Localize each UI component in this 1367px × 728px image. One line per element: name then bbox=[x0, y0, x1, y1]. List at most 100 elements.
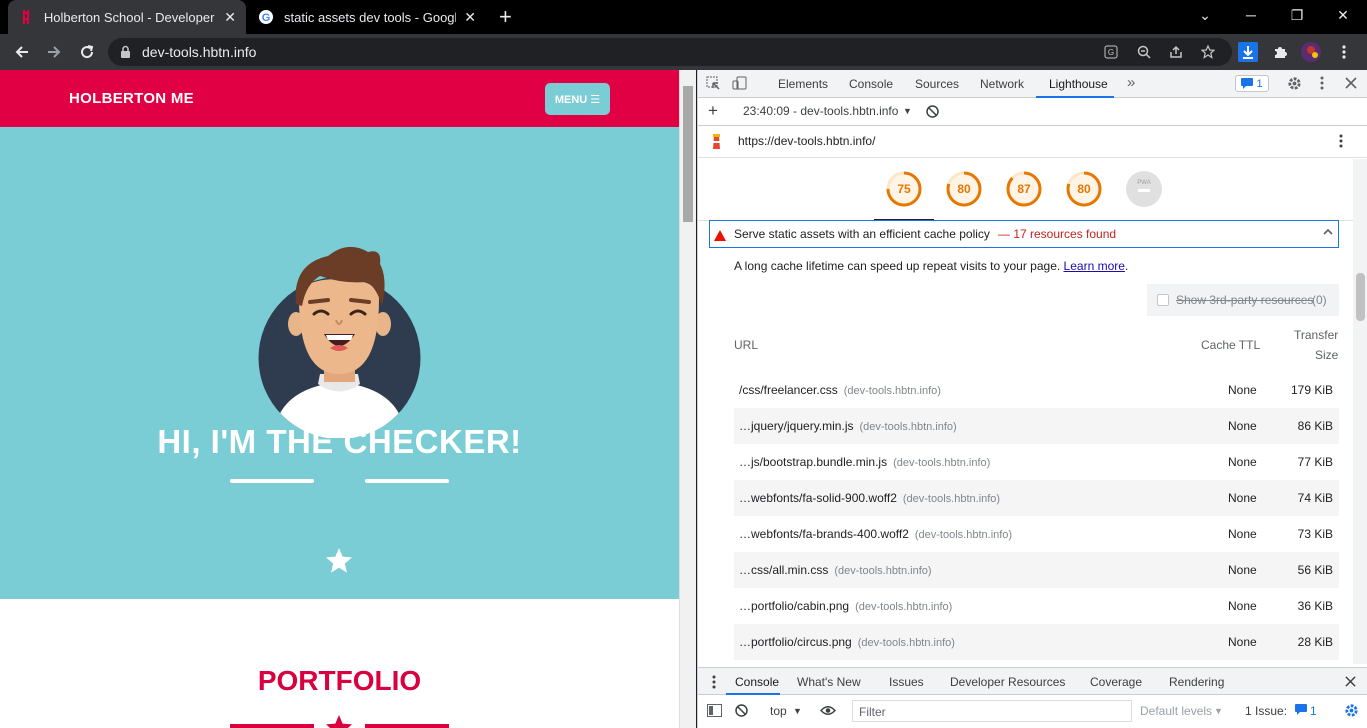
resource-path[interactable]: …webfonts/fa-solid-900.woff2 bbox=[739, 491, 897, 505]
gear-icon[interactable] bbox=[1287, 76, 1302, 94]
table-row[interactable]: …css/all.min.css (dev-tools.hbtn.info) Non… bbox=[734, 552, 1339, 588]
console-issues-label[interactable]: 1 Issue: bbox=[1245, 704, 1287, 718]
resource-url[interactable]: /css/freelancer.css (dev-tools.hbtn.info) bbox=[739, 383, 941, 397]
address-text[interactable]: dev-tools.hbtn.info bbox=[142, 44, 256, 60]
devtools-scrollbar-thumb[interactable] bbox=[1356, 273, 1365, 321]
console-filter-input[interactable]: Filter bbox=[852, 700, 1132, 722]
clear-reports-icon[interactable] bbox=[926, 105, 939, 121]
drawer-tab-rendering[interactable]: Rendering bbox=[1169, 675, 1224, 689]
score-gauge[interactable]: 87 bbox=[1006, 171, 1042, 207]
resource-path[interactable]: …js/bootstrap.bundle.min.js bbox=[739, 455, 887, 469]
drawer-tab-console[interactable]: Console bbox=[735, 675, 779, 689]
restore-button[interactable]: ❐ bbox=[1274, 0, 1320, 30]
resource-url[interactable]: …js/bootstrap.bundle.min.js (dev-tools.hb… bbox=[739, 455, 990, 469]
report-selector[interactable]: 23:40:09 - dev-tools.hbtn.info bbox=[743, 104, 898, 118]
pwa-badge[interactable]: PWA bbox=[1126, 171, 1162, 207]
resource-url[interactable]: …css/all.min.css (dev-tools.hbtn.info) bbox=[739, 563, 932, 577]
resource-path[interactable]: …portfolio/circus.png bbox=[739, 635, 852, 649]
page-scrollbar-thumb[interactable] bbox=[683, 86, 693, 222]
tab-sources[interactable]: Sources bbox=[915, 77, 959, 91]
learn-more-link[interactable]: Learn more bbox=[1064, 259, 1125, 273]
new-report-icon[interactable]: + bbox=[708, 101, 718, 121]
score-gauge[interactable]: 80 bbox=[946, 171, 982, 207]
tab-console[interactable]: Console bbox=[849, 77, 893, 91]
resource-url[interactable]: …portfolio/circus.png (dev-tools.hbtn.inf… bbox=[739, 635, 955, 649]
back-icon[interactable] bbox=[11, 41, 33, 63]
tab-network[interactable]: Network bbox=[980, 77, 1024, 91]
reload-icon[interactable] bbox=[76, 41, 98, 63]
third-party-checkbox[interactable] bbox=[1157, 294, 1169, 306]
more-icon[interactable] bbox=[1334, 42, 1354, 62]
resource-path[interactable]: …jquery/jquery.min.js bbox=[739, 419, 853, 433]
inspect-icon[interactable] bbox=[706, 76, 720, 93]
table-row[interactable]: /css/freelancer.css (dev-tools.hbtn.info)… bbox=[734, 372, 1339, 408]
drawer-tab-coverage[interactable]: Coverage bbox=[1090, 675, 1142, 689]
menu-button[interactable]: MENU ☰ bbox=[545, 83, 610, 115]
table-row[interactable]: …webfonts/fa-brands-400.woff2 (dev-tools.… bbox=[734, 516, 1339, 552]
close-tab-icon[interactable]: ✕ bbox=[224, 9, 236, 26]
tab-elements[interactable]: Elements bbox=[778, 77, 828, 91]
audit-header[interactable]: Serve static assets with an efficient ca… bbox=[709, 220, 1339, 248]
drawer-tab-whats-new[interactable]: What's New bbox=[797, 675, 861, 689]
collapse-icon[interactable] bbox=[1323, 226, 1333, 240]
more-tabs-icon[interactable]: » bbox=[1127, 74, 1135, 91]
close-drawer-icon[interactable] bbox=[1345, 676, 1356, 690]
forward-icon[interactable] bbox=[43, 41, 65, 63]
table-row[interactable]: …jquery/jquery.min.js (dev-tools.hbtn.inf… bbox=[734, 408, 1339, 444]
table-row[interactable]: …portfolio/cabin.png (dev-tools.hbtn.info… bbox=[734, 588, 1339, 624]
report-menu-icon[interactable] bbox=[1339, 134, 1343, 153]
download-icon[interactable] bbox=[1238, 42, 1258, 62]
context-dropdown-icon[interactable]: ▼ bbox=[793, 706, 802, 716]
share-icon[interactable] bbox=[1169, 45, 1183, 62]
table-row[interactable]: …webfonts/fa-solid-900.woff2 (dev-tools.h… bbox=[734, 480, 1339, 516]
score-gauge[interactable]: 75 bbox=[886, 171, 922, 207]
sidebar-toggle-icon[interactable] bbox=[707, 704, 722, 720]
resource-url[interactable]: …webfonts/fa-brands-400.woff2 (dev-tools.… bbox=[739, 527, 1012, 541]
resource-path[interactable]: …portfolio/cabin.png bbox=[739, 599, 849, 613]
tab-lighthouse[interactable]: Lighthouse bbox=[1049, 77, 1108, 91]
svg-text:G: G bbox=[1108, 48, 1114, 57]
report-dropdown-icon[interactable]: ▼ bbox=[903, 106, 912, 116]
close-window-button[interactable]: ✕ bbox=[1320, 0, 1366, 30]
third-party-filter[interactable]: Show 3rd-party resources (0) bbox=[1147, 284, 1339, 316]
browser-tab-holberton[interactable]: Holberton School - Developer to ✕ bbox=[8, 0, 246, 34]
device-toolbar-icon[interactable] bbox=[732, 76, 748, 93]
minimize-button[interactable]: ─ bbox=[1228, 0, 1274, 30]
close-devtools-icon[interactable] bbox=[1345, 76, 1357, 92]
log-levels-dropdown[interactable]: Default levels bbox=[1140, 704, 1212, 718]
profile-avatar[interactable] bbox=[1301, 42, 1321, 62]
lock-icon[interactable] bbox=[120, 45, 131, 64]
site-brand[interactable]: HOLBERTON ME bbox=[69, 90, 194, 107]
translate-icon[interactable]: G bbox=[1104, 45, 1118, 62]
extensions-icon[interactable] bbox=[1270, 42, 1290, 62]
eye-icon[interactable] bbox=[820, 705, 836, 719]
resource-url[interactable]: …jquery/jquery.min.js (dev-tools.hbtn.inf… bbox=[739, 419, 957, 433]
close-tab-icon[interactable]: ✕ bbox=[464, 9, 476, 26]
score-gauge[interactable]: 80 bbox=[1066, 171, 1102, 207]
context-selector[interactable]: top bbox=[770, 704, 787, 718]
zoom-icon[interactable] bbox=[1137, 45, 1151, 62]
browser-tab-google[interactable]: G static assets dev tools - Google S ✕ bbox=[248, 0, 486, 34]
new-tab-button[interactable]: + bbox=[499, 4, 512, 30]
address-bar[interactable]: dev-tools.hbtn.info G bbox=[108, 38, 1232, 66]
bookmark-star-icon[interactable] bbox=[1200, 44, 1216, 62]
levels-dropdown-icon[interactable]: ▼ bbox=[1214, 706, 1223, 716]
drawer-menu-icon[interactable] bbox=[712, 675, 716, 692]
clear-console-icon[interactable] bbox=[735, 704, 748, 720]
audited-url[interactable]: https://dev-tools.hbtn.info/ bbox=[738, 134, 875, 148]
issues-badge[interactable]: 1 bbox=[1235, 75, 1269, 92]
drawer-tab-developer-resources[interactable]: Developer Resources bbox=[950, 675, 1065, 689]
audit-description: A long cache lifetime can speed up repea… bbox=[734, 259, 1128, 273]
resource-url[interactable]: …webfonts/fa-solid-900.woff2 (dev-tools.h… bbox=[739, 491, 1000, 505]
devtools-menu-icon[interactable] bbox=[1320, 76, 1324, 93]
resource-path[interactable]: /css/freelancer.css bbox=[739, 383, 838, 397]
console-settings-icon[interactable] bbox=[1344, 703, 1359, 721]
tab-search-icon[interactable]: ⌄ bbox=[1182, 0, 1228, 30]
devtools-scrollbar[interactable] bbox=[1353, 159, 1367, 664]
drawer-tab-issues[interactable]: Issues bbox=[889, 675, 924, 689]
table-row[interactable]: …portfolio/circus.png (dev-tools.hbtn.inf… bbox=[734, 624, 1339, 660]
resource-url[interactable]: …portfolio/cabin.png (dev-tools.hbtn.info… bbox=[739, 599, 952, 613]
resource-path[interactable]: …css/all.min.css bbox=[739, 563, 828, 577]
table-row[interactable]: …js/bootstrap.bundle.min.js (dev-tools.hb… bbox=[734, 444, 1339, 480]
resource-path[interactable]: …webfonts/fa-brands-400.woff2 bbox=[739, 527, 909, 541]
